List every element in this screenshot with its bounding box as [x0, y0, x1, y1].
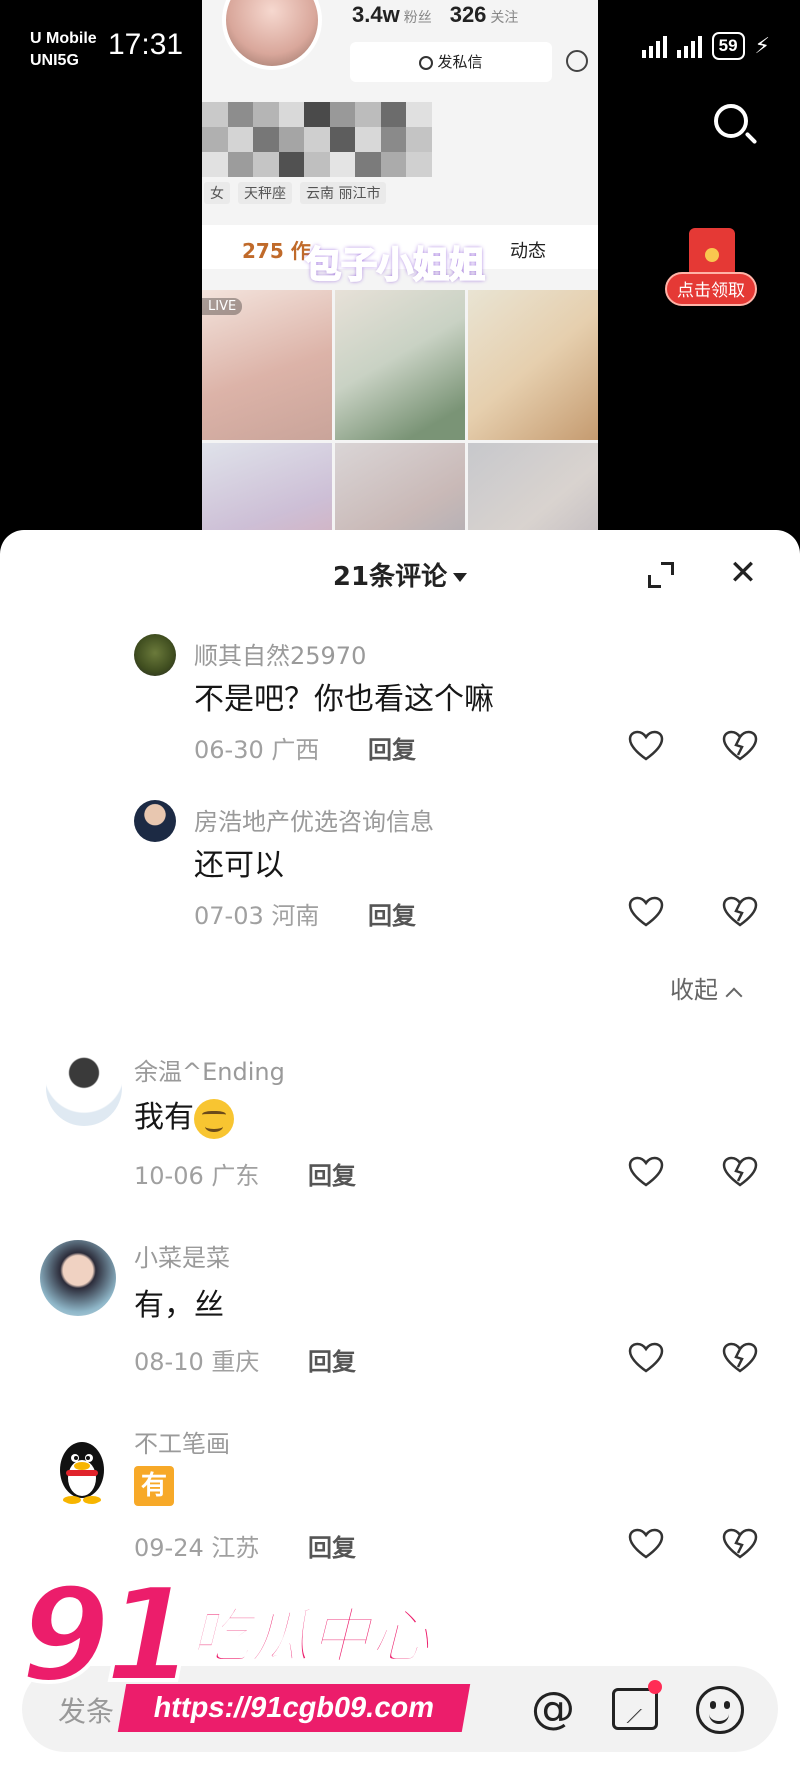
chevron-up-icon: [725, 987, 743, 1005]
battery-icon: 59: [711, 32, 745, 60]
status-icons: 59 ⚡: [641, 32, 770, 60]
collapse-replies-button[interactable]: 收起: [670, 970, 743, 1005]
comment-date: 07-03: [194, 902, 264, 930]
red-packet-button[interactable]: 点击领取: [665, 228, 757, 310]
comment-username[interactable]: 小菜是菜: [134, 1238, 230, 1273]
comment-region: 江苏: [211, 1534, 260, 1562]
pixelated-name: [202, 102, 432, 177]
avatar[interactable]: [134, 634, 176, 676]
tab-dynamics: 动态: [510, 241, 546, 262]
comment-date: 10-06: [134, 1162, 204, 1190]
reply-button[interactable]: 回复: [368, 896, 416, 931]
avatar[interactable]: [134, 800, 176, 842]
caret-down-icon: [453, 573, 468, 582]
comments-count-dropdown[interactable]: 21条评论: [0, 556, 800, 593]
red-packet-label: 点击领取: [665, 272, 757, 306]
tab-works: 275 作: [242, 239, 311, 263]
overlay-caption: 包子小姐姐: [304, 244, 486, 287]
heart-icon[interactable]: [628, 896, 664, 928]
comment-text: 我有: [134, 1092, 234, 1139]
tag-gender: 女: [204, 182, 230, 204]
close-icon[interactable]: ✕: [728, 556, 758, 590]
comment-text-value: 我有: [134, 1100, 194, 1135]
comment-date: 09-24: [134, 1534, 204, 1562]
comment-text: 有: [134, 1466, 174, 1506]
video-thumbnail: [468, 290, 598, 440]
tag-location: 云南 丽江市: [300, 182, 387, 204]
broken-heart-icon[interactable]: [722, 730, 758, 762]
carrier-name: U Mobile: [30, 30, 97, 47]
status-time: 17:31: [108, 28, 184, 61]
watermark-url: https://91cgb09.com: [117, 1684, 471, 1732]
comment-meta: 10-06 广东: [134, 1156, 259, 1191]
signal-icon: [641, 34, 667, 58]
image-icon[interactable]: [612, 1688, 658, 1730]
heart-icon[interactable]: [628, 730, 664, 762]
live-badge: LIVE: [202, 298, 243, 315]
broken-heart-icon[interactable]: [722, 1342, 758, 1374]
comment-username[interactable]: 顺其自然25970: [194, 636, 366, 671]
search-handle: [744, 131, 758, 145]
video-grid: LIVE: [202, 290, 598, 530]
reply-button[interactable]: 回复: [308, 1156, 356, 1191]
comment-date: 08-10: [134, 1348, 204, 1376]
comment-region: 河南: [271, 902, 320, 930]
comment-username[interactable]: 余温^Ending: [134, 1052, 285, 1087]
reply-button[interactable]: 回复: [368, 730, 416, 765]
video-area[interactable]: U Mobile UNI5G 17:31 59 ⚡ 3.4w 粉丝 326 关注 发私…: [0, 0, 800, 540]
comment-region: 广西: [271, 736, 320, 764]
carrier-label: U Mobile UNI5G: [30, 28, 97, 72]
charging-icon: ⚡: [754, 33, 770, 59]
profile-tags: 女 天秤座 云南 丽江市: [204, 182, 387, 204]
search-button[interactable]: [710, 100, 760, 150]
comment-text: 不是吧？你也看这个嘛: [194, 682, 494, 717]
comment-meta: 08-10 重庆: [134, 1342, 259, 1377]
emoji-icon[interactable]: [696, 1686, 744, 1734]
emoji-sticker: 有: [134, 1466, 174, 1506]
heart-icon[interactable]: [628, 1528, 664, 1560]
smirk-emoji-icon: [194, 1098, 234, 1139]
comment-region: 广东: [211, 1162, 260, 1190]
video-thumbnail: [335, 443, 465, 530]
penguin-icon: [60, 1442, 104, 1504]
tag-zodiac: 天秤座: [238, 182, 292, 204]
comments-header: 21条评论 ✕: [0, 556, 800, 596]
video-thumbnail: [202, 443, 332, 530]
broken-heart-icon[interactable]: [722, 1156, 758, 1188]
notification-dot: [648, 1680, 662, 1694]
at-icon[interactable]: @: [528, 1684, 578, 1734]
comment-meta: 06-30 广西: [194, 730, 319, 765]
video-thumbnail: LIVE: [202, 290, 332, 440]
video-thumbnail: [468, 443, 598, 530]
signal-2-icon: [676, 34, 702, 58]
avatar[interactable]: [44, 1430, 120, 1506]
comment-region: 重庆: [211, 1348, 260, 1376]
comment-username[interactable]: 不工笔画: [134, 1424, 230, 1459]
collapse-label: 收起: [670, 976, 718, 1004]
comment-meta: 09-24 江苏: [134, 1528, 259, 1563]
video-thumbnail: [335, 290, 465, 440]
watermark-name: 吃瓜中心: [189, 1601, 431, 1673]
comment-text: 有，丝: [134, 1288, 224, 1323]
comment-text: 还可以: [194, 848, 284, 883]
watermark: 91 吃瓜中心 https://91cgb09.com: [18, 1558, 490, 1760]
heart-icon[interactable]: [628, 1342, 664, 1374]
avatar[interactable]: [40, 1240, 116, 1316]
avatar[interactable]: [46, 1050, 122, 1126]
broken-heart-icon[interactable]: [722, 1528, 758, 1560]
comment-username[interactable]: 房浩地产优选咨询信息: [194, 802, 434, 837]
reply-button[interactable]: 回复: [308, 1528, 356, 1563]
heart-icon[interactable]: [628, 1156, 664, 1188]
expand-icon[interactable]: [648, 562, 674, 588]
comments-title: 21条评论: [332, 562, 448, 592]
reply-button[interactable]: 回复: [308, 1342, 356, 1377]
status-bar: U Mobile UNI5G 17:31 59 ⚡: [0, 0, 800, 90]
comment-meta: 07-03 河南: [194, 896, 319, 931]
broken-heart-icon[interactable]: [722, 896, 758, 928]
comment-date: 06-30: [194, 736, 264, 764]
search-icon: [714, 104, 748, 138]
carrier-network: UNI5G: [30, 52, 79, 69]
